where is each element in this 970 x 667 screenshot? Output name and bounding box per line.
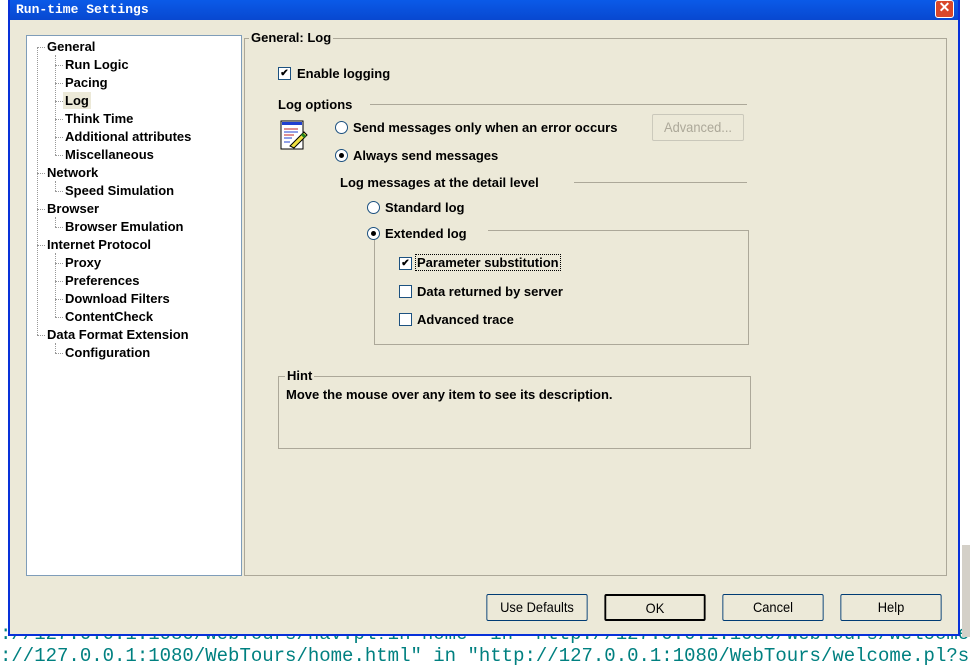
help-button[interactable]: Help — [840, 594, 942, 621]
tree-item-pacing[interactable]: Pacing — [63, 74, 110, 91]
always-send-label: Always send messages — [353, 148, 499, 163]
hint-title: Hint — [285, 368, 315, 383]
enable-logging-label: Enable logging — [297, 66, 391, 81]
hint-group: Hint Move the mouse over any item to see… — [278, 368, 751, 449]
background-code-line: ://127.0.0.1:1080/WebTours/home.html" in… — [0, 645, 970, 667]
parameter-substitution-label: Parameter substitution — [415, 254, 561, 271]
advanced-trace-checkbox[interactable] — [399, 313, 412, 326]
run-time-settings-dialog: Run-time Settings ✕ General Run Logic Paci… — [8, 0, 960, 636]
standard-log-radio[interactable] — [367, 201, 380, 214]
extended-log-label: Extended log — [385, 226, 467, 241]
tree-item-contentcheck[interactable]: ContentCheck — [63, 308, 155, 325]
settings-tree[interactable]: General Run Logic Pacing Log Think Time Addit… — [26, 35, 242, 576]
standard-log-label: Standard log — [385, 200, 465, 215]
ok-button[interactable]: OK — [604, 594, 706, 621]
tree-item-speed-simulation[interactable]: Speed Simulation — [63, 182, 176, 199]
enable-logging-checkbox[interactable]: ✔ — [278, 67, 291, 80]
tree-item-preferences[interactable]: Preferences — [63, 272, 141, 289]
tree-item-run-logic[interactable]: Run Logic — [63, 56, 131, 73]
log-document-icon — [280, 120, 308, 150]
close-button[interactable]: ✕ — [935, 0, 954, 18]
tree-item-internet-protocol[interactable]: Internet Protocol — [45, 236, 153, 253]
tree-item-think-time[interactable]: Think Time — [63, 110, 135, 127]
title-bar: Run-time Settings ✕ — [10, 0, 958, 20]
tree-item-general[interactable]: General — [45, 38, 97, 55]
window-title: Run-time Settings — [16, 2, 149, 17]
cancel-button[interactable]: Cancel — [722, 594, 824, 621]
tree-item-proxy[interactable]: Proxy — [63, 254, 103, 271]
tree-item-additional-attributes[interactable]: Additional attributes — [63, 128, 193, 145]
tree-item-configuration[interactable]: Configuration — [63, 344, 152, 361]
tree-item-miscellaneous[interactable]: Miscellaneous — [63, 146, 156, 163]
detail-level-label: Log messages at the detail level — [340, 175, 539, 190]
always-send-radio[interactable] — [335, 149, 348, 162]
tree-item-log[interactable]: Log — [63, 92, 91, 109]
advanced-trace-label: Advanced trace — [417, 312, 514, 327]
hint-text: Move the mouse over any item to see its … — [286, 387, 613, 402]
extended-log-radio[interactable] — [367, 227, 380, 240]
data-returned-label: Data returned by server — [417, 284, 563, 299]
parameter-substitution-checkbox[interactable]: ✔ — [399, 257, 412, 270]
tree-item-browser-emulation[interactable]: Browser Emulation — [63, 218, 185, 235]
tree-item-data-format-extension[interactable]: Data Format Extension — [45, 326, 191, 343]
background-scrollbar — [962, 545, 970, 637]
send-on-error-radio[interactable] — [335, 121, 348, 134]
use-defaults-button[interactable]: Use Defaults — [486, 594, 588, 621]
data-returned-checkbox[interactable] — [399, 285, 412, 298]
tree-item-network[interactable]: Network — [45, 164, 100, 181]
advanced-button[interactable]: Advanced... — [652, 114, 744, 141]
tree-item-browser[interactable]: Browser — [45, 200, 101, 217]
panel-title: General: Log — [249, 30, 334, 45]
tree-item-download-filters[interactable]: Download Filters — [63, 290, 172, 307]
log-options-label: Log options — [278, 97, 353, 112]
send-on-error-label: Send messages only when an error occurs — [353, 120, 618, 135]
